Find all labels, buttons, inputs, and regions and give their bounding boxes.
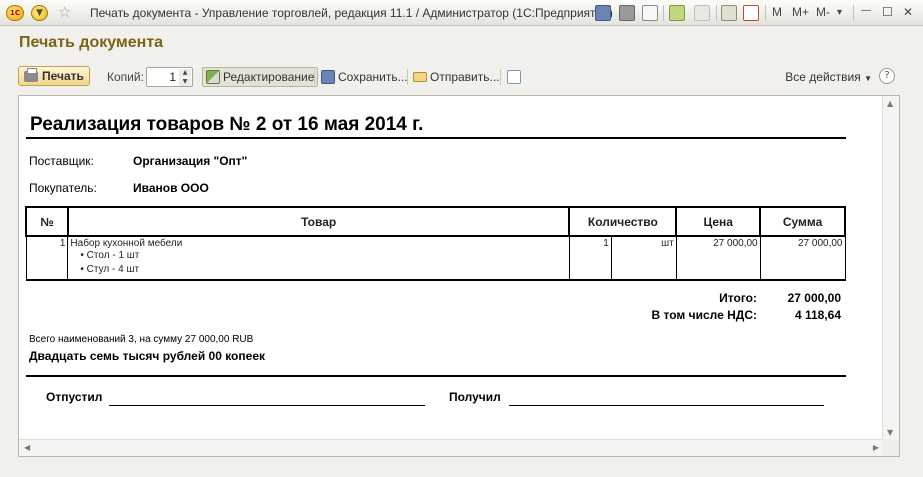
print-icon[interactable]: [619, 5, 635, 21]
spin-up-icon[interactable]: ▲: [179, 69, 191, 77]
calendar-icon[interactable]: [743, 5, 759, 21]
preview-button[interactable]: [504, 67, 524, 87]
memory-m-button[interactable]: M: [772, 5, 782, 19]
vat-label: В том числе НДС:: [651, 308, 757, 322]
vat-value: 4 118,64: [794, 308, 841, 322]
history-icon[interactable]: [694, 5, 710, 21]
printer-icon: [24, 67, 38, 82]
window-titlebar: 1С ▼ ☆ Печать документа - Управление тор…: [0, 0, 923, 26]
summary-line: Всего наименований 3, на сумму 27 000,00…: [29, 334, 254, 345]
received-signature-line: [509, 405, 824, 406]
item-component: • Стол - 1 шт: [80, 250, 140, 261]
copies-stepper[interactable]: 1 ▲ ▼: [146, 67, 193, 87]
buyer-label: Покупатель:: [29, 181, 97, 195]
toolbar-separator: [500, 69, 501, 85]
chevron-down-icon: ▼: [864, 74, 872, 83]
main-menu-dropdown-icon[interactable]: ▼: [31, 5, 48, 21]
send-button-label: Отправить...: [430, 70, 500, 84]
memory-m-minus-button[interactable]: M-: [816, 5, 830, 19]
save-button[interactable]: Сохранить...: [318, 67, 411, 87]
preview-magnifier-icon: [507, 70, 521, 84]
save-disk-icon[interactable]: [595, 5, 611, 21]
document-viewer[interactable]: Реализация товаров № 2 от 16 мая 2014 г.…: [18, 95, 900, 457]
titlebar-separator: [765, 5, 766, 21]
supplier-value: Организация "Опт": [133, 154, 248, 168]
close-icon[interactable]: ✕: [903, 5, 913, 19]
item-component: • Стул - 4 шт: [80, 264, 140, 275]
goods-table: № Товар Количество Цена Сумма 1 Набор ку…: [25, 206, 846, 281]
table-row: 1 Набор кухонной мебели • Стол - 1 шт • …: [25, 236, 846, 281]
amount-in-words: Двадцать семь тысяч рублей 00 копеек: [29, 349, 265, 363]
scroll-down-icon[interactable]: ▼: [887, 428, 893, 437]
app-logo-icon[interactable]: 1С: [6, 5, 24, 21]
print-button-label: Печать: [42, 69, 84, 83]
row-sum: 27 000,00: [759, 236, 846, 281]
received-label: Получил: [449, 390, 501, 404]
row-price: 27 000,00: [675, 236, 761, 281]
envelope-icon: [413, 72, 427, 82]
toolbar-separator: [314, 69, 315, 85]
calculator-icon[interactable]: [721, 5, 737, 21]
released-signature-line: [109, 405, 425, 406]
save-button-label: Сохранить...: [338, 70, 408, 84]
total-label: Итого:: [719, 291, 757, 305]
vertical-scrollbar[interactable]: ▲ ▼: [882, 96, 899, 440]
minimize-icon[interactable]: —: [861, 5, 871, 16]
titlebar-separator: [853, 5, 854, 21]
scroll-corner: [882, 439, 899, 456]
total-value: 27 000,00: [787, 291, 841, 305]
row-num: 1: [25, 236, 69, 281]
row-item: Набор кухонной мебели • Стол - 1 шт • Ст…: [67, 236, 570, 281]
buyer-value: Иванов ООО: [133, 181, 209, 195]
memory-m-plus-button[interactable]: M+: [792, 5, 809, 19]
horizontal-scrollbar[interactable]: ◀ ▶: [19, 439, 884, 456]
spin-down-icon[interactable]: ▼: [179, 78, 191, 86]
supplier-label: Поставщик:: [29, 154, 94, 168]
help-button[interactable]: ?: [879, 68, 895, 84]
form-toolbar: Печать Копий: 1 ▲ ▼ Редактирование Сохра…: [0, 62, 923, 90]
add-to-favorites-icon[interactable]: [669, 5, 685, 21]
maximize-icon[interactable]: ☐: [882, 5, 893, 19]
edit-toggle-label: Редактирование: [223, 70, 315, 84]
print-button[interactable]: Печать: [18, 66, 90, 86]
signature-rule: [26, 375, 846, 377]
edit-table-icon: [206, 70, 220, 84]
table-header-row: № Товар Количество Цена Сумма: [25, 206, 846, 237]
released-label: Отпустил: [46, 390, 103, 404]
column-header-qty: Количество: [568, 206, 678, 237]
titlebar-separator: [663, 5, 664, 21]
copies-value: 1: [169, 70, 176, 84]
favorites-star-icon[interactable]: ☆: [58, 3, 71, 21]
column-header-num: №: [25, 206, 69, 237]
scroll-right-icon[interactable]: ▶: [873, 443, 879, 452]
row-qty: 1: [568, 236, 612, 281]
scroll-up-icon[interactable]: ▲: [887, 99, 893, 108]
preview-icon[interactable]: [642, 5, 658, 21]
column-header-price: Цена: [675, 206, 762, 237]
item-name: Набор кухонной мебели: [70, 238, 183, 249]
send-button[interactable]: Отправить...: [410, 67, 503, 87]
column-header-item: Товар: [66, 206, 571, 237]
edit-toggle-button[interactable]: Редактирование: [202, 67, 319, 87]
all-actions-menu[interactable]: Все действия ▼: [785, 70, 872, 84]
column-header-sum: Сумма: [759, 206, 846, 237]
row-unit: шт: [610, 236, 677, 281]
form-title: Печать документа: [19, 34, 164, 51]
save-disk-icon: [321, 70, 335, 84]
copies-label: Копий:: [107, 70, 144, 84]
toolbar-separator: [407, 69, 408, 85]
scroll-left-icon[interactable]: ◀: [24, 443, 30, 452]
heading-rule: [26, 137, 846, 139]
titlebar-separator: [716, 5, 717, 21]
chevron-down-icon[interactable]: ▾: [837, 7, 842, 18]
window-title: Печать документа - Управление торговлей,…: [90, 6, 613, 20]
all-actions-label: Все действия: [785, 70, 861, 84]
document-heading: Реализация товаров № 2 от 16 мая 2014 г.: [30, 114, 424, 135]
printed-document: Реализация товаров № 2 от 16 мая 2014 г.…: [19, 96, 883, 440]
